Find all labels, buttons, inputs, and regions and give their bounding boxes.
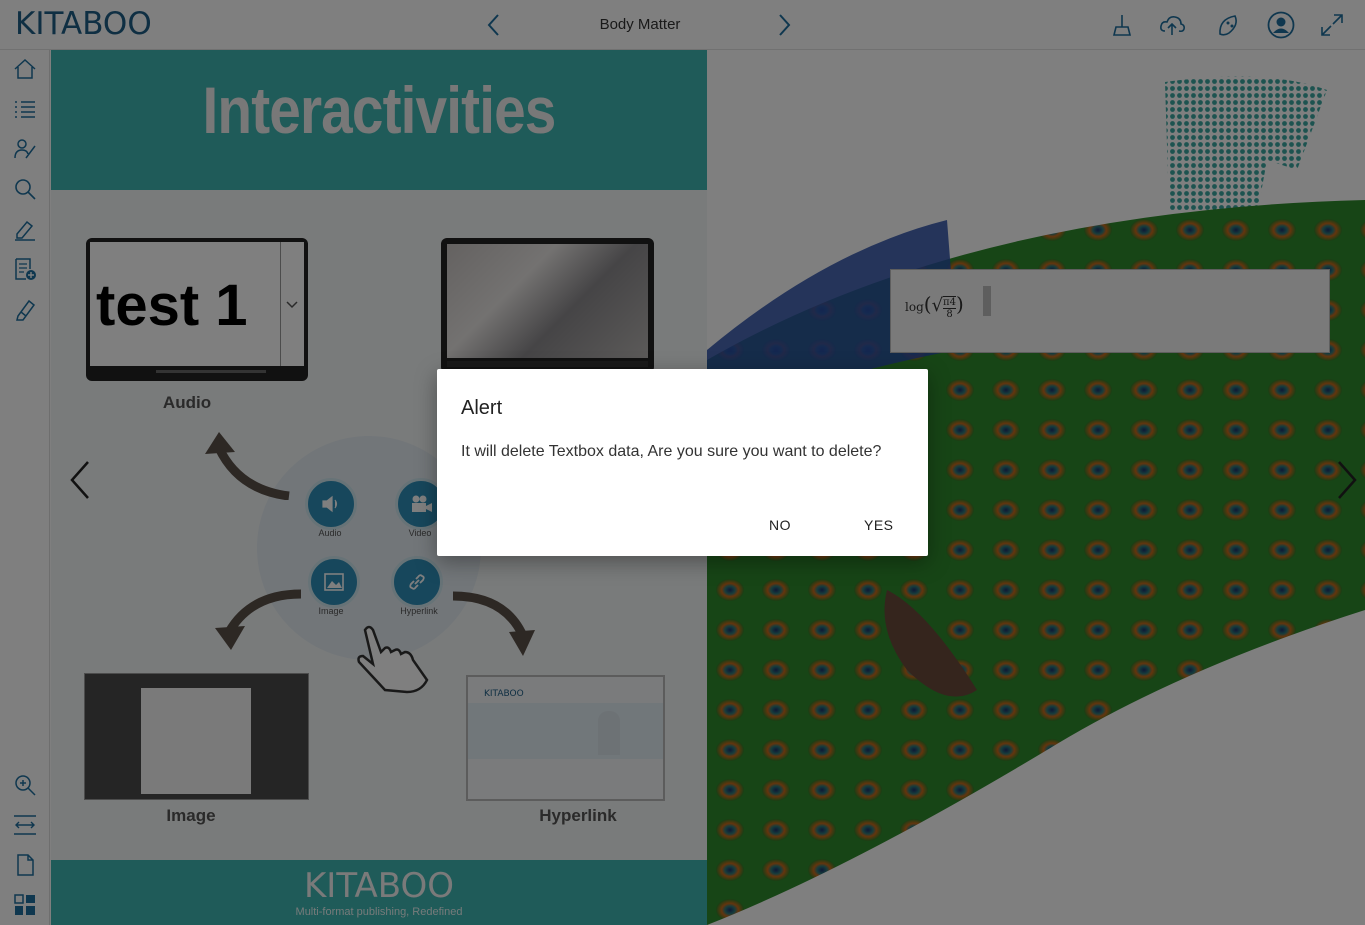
alert-dialog: Alert It will delete Textbox data, Are y… xyxy=(437,369,928,556)
no-button[interactable]: NO xyxy=(769,517,791,533)
next-page-icon[interactable] xyxy=(1331,458,1361,502)
dialog-message: It will delete Textbox data, Are you sur… xyxy=(461,443,882,460)
dialog-title: Alert xyxy=(461,397,503,419)
yes-button[interactable]: YES xyxy=(864,517,894,533)
previous-page-icon[interactable] xyxy=(66,458,96,502)
